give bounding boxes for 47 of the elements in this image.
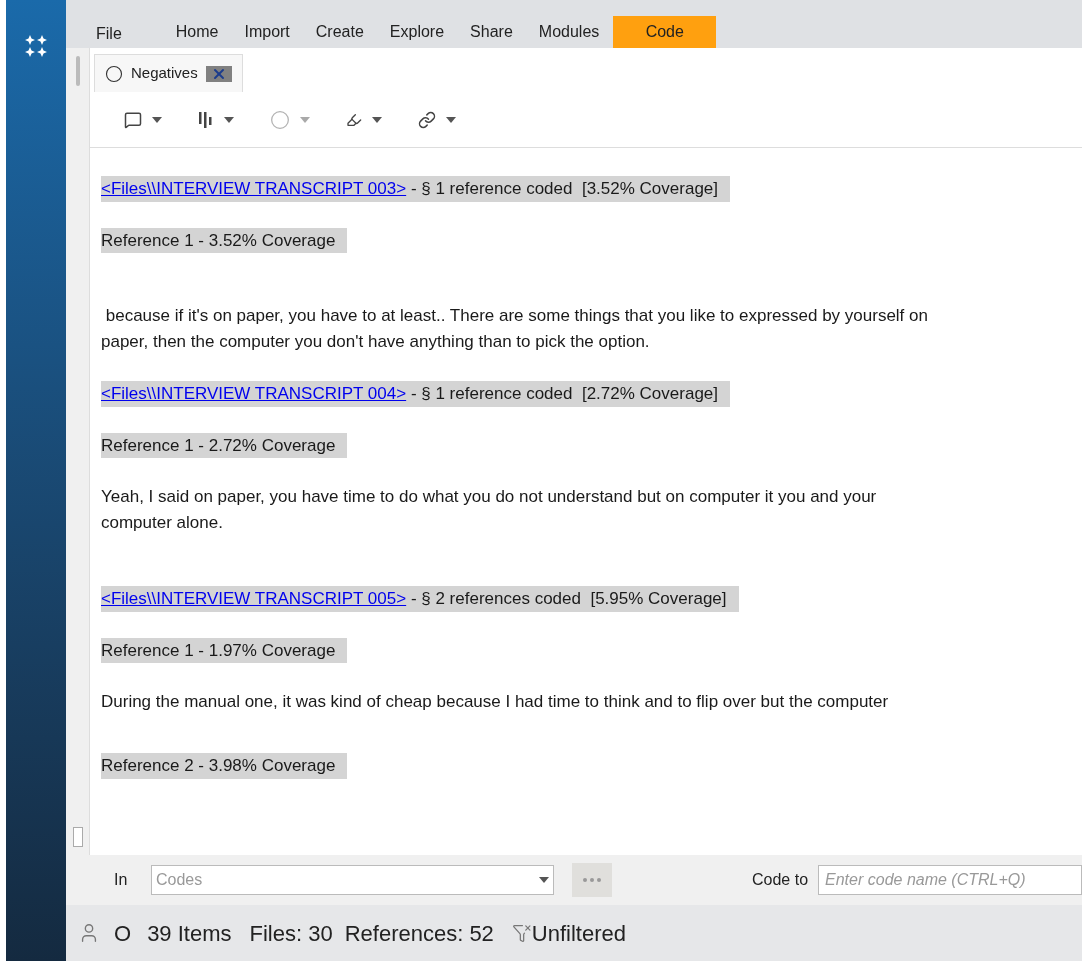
file-link[interactable]: <Files\\INTERVIEW TRANSCRIPT 003> [101,179,407,198]
quote-paragraph: because if it's on paper, you have to at least.. There are some things that you like to expressed by yourself on paper, then the computer you don't have anything than to pick the option. [101,305,929,353]
reference-label: Reference 2 - 3.98% Coverage [101,753,348,779]
caret-icon[interactable] [539,877,549,883]
close-icon[interactable] [205,65,232,82]
circle-icon [105,64,123,83]
filter-icon [511,923,532,943]
caret-icon[interactable] [372,116,382,123]
quote-paragraph: Yeah, I said on paper, you have time to do what you do not understand but on computer it you and your computer alone. [101,486,878,534]
menu-tab[interactable]: Modules [526,16,612,48]
user-initial: O [114,919,132,948]
coverage-text: - § 1 reference coded [2.72% Coverage] [409,384,718,403]
caret-icon[interactable] [224,116,234,123]
scroll-handle[interactable] [75,56,80,86]
code-to-label: Code to [752,870,809,890]
filter-status[interactable]: Unfiltered [511,916,626,950]
menu-tab[interactable]: Share [458,16,525,48]
file-link[interactable]: <Files\\INTERVIEW TRANSCRIPT 004> [101,384,407,403]
menu-tab[interactable]: Explore [377,16,457,48]
document-tab[interactable]: Negatives [94,54,243,92]
tab-label: Negatives [131,63,198,84]
reference-label: Reference 1 - 1.97% Coverage [101,637,348,663]
caret-icon[interactable] [152,116,162,123]
splitter-handle[interactable] [72,827,83,847]
menu-tab[interactable]: Code [613,16,717,48]
coverage-text: - § 2 references coded [5.95% Coverage] [409,589,727,608]
link-icon [418,110,436,129]
highlighter-icon [346,111,362,128]
menu-tab[interactable]: Home [163,16,231,48]
sparkles-logo-icon[interactable] [24,34,48,58]
bars-icon[interactable] [198,110,214,129]
caret-icon[interactable] [446,116,456,123]
comment-icon [124,110,142,129]
circle-icon [270,109,290,130]
file-link[interactable]: <Files\\INTERVIEW TRANSCRIPT 005> [101,589,407,608]
reference-count: References: 52 [344,919,494,948]
file-count: Files: 30 [249,919,333,948]
coverage-text: - § 1 reference coded [3.52% Coverage] [409,179,718,198]
item-count: 39 Items [147,919,232,948]
reference-label: Reference 1 - 3.52% Coverage [101,227,348,253]
in-label: In [114,870,129,890]
menu-tab[interactable]: File [84,22,134,46]
code-name-field[interactable]: Enter code name (CTRL+Q) [818,865,1082,895]
menu-tab[interactable]: Import [232,16,302,48]
reference-label: Reference 1 - 2.72% Coverage [101,432,348,458]
menu-tab[interactable]: Create [303,16,376,48]
quote-paragraph: During the manual one, it was kind of cheap because I had time to think and to flip over but the computer [101,691,890,713]
